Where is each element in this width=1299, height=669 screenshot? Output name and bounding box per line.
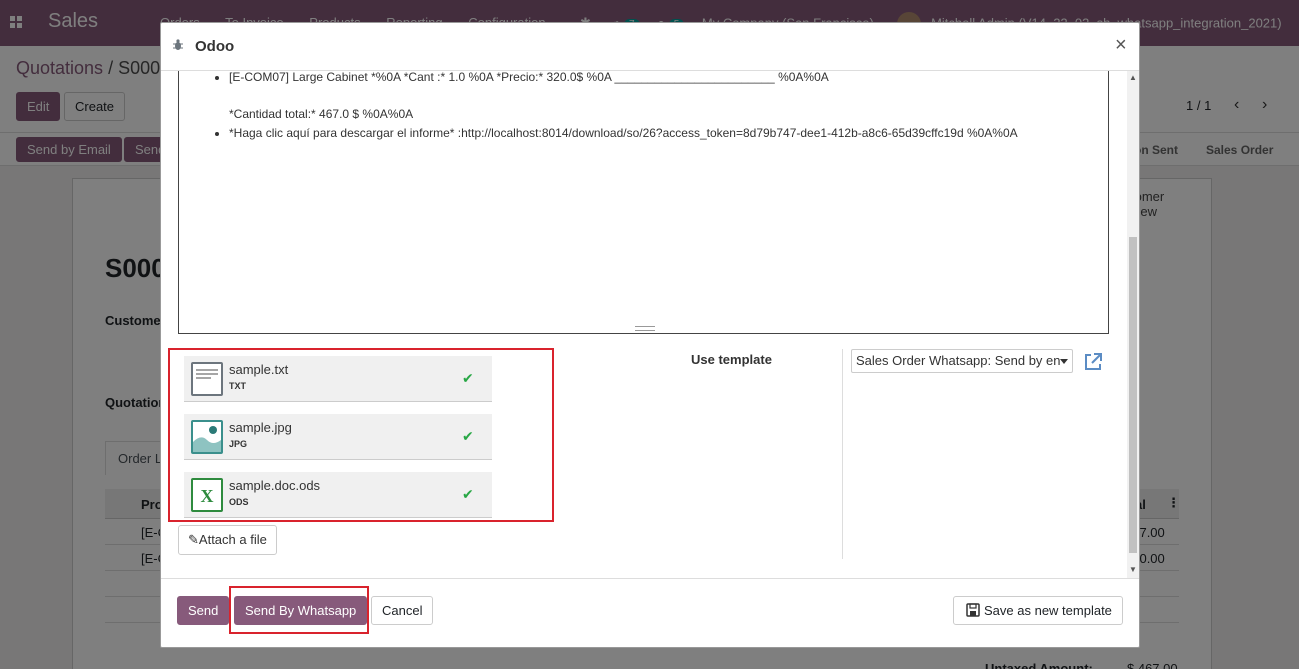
send-button[interactable]: Send [177, 596, 230, 625]
attachment-name: sample.txt [229, 362, 289, 377]
attach-file-label: Attach a file [198, 532, 267, 547]
floppy-disk-icon [966, 603, 980, 617]
attachment-item[interactable]: X sample.doc.ods ODS ✔ [184, 472, 492, 518]
attachment-ext: JPG [229, 439, 248, 449]
attachment-ext: ODS [229, 497, 249, 507]
paperclip-icon: ✎ [188, 532, 199, 547]
close-icon[interactable]: × [1115, 34, 1127, 57]
dialog-title: Odoo [195, 38, 235, 55]
svg-text:X: X [201, 486, 214, 506]
report-link-text: *Haga clic aquí para descargar el inform… [229, 124, 1108, 143]
message-body-editor[interactable]: [E-COM07] Large Cabinet *%0A *Cant :* 1.… [178, 71, 1109, 334]
cancel-button[interactable]: Cancel [371, 596, 434, 625]
compose-dialog: Odoo × [E-COM07] Large Cabinet *%0A *Can… [160, 22, 1140, 648]
scrollbar-thumb[interactable] [1129, 237, 1137, 553]
attachment-item[interactable]: sample.txt TXT ✔ [184, 356, 492, 402]
template-select-value: Sales Order Whatsapp: Send by en [856, 353, 1061, 368]
dialog-body: [E-COM07] Large Cabinet *%0A *Cant :* 1.… [161, 71, 1139, 579]
check-icon: ✔ [462, 486, 474, 502]
dialog-scrollbar[interactable]: ▲ ▼ [1127, 71, 1139, 578]
text-file-icon [191, 362, 223, 396]
check-icon: ✔ [462, 370, 474, 386]
attach-file-button[interactable]: ✎Attach a file [178, 525, 277, 555]
attachment-name: sample.doc.ods [229, 478, 321, 493]
total-quantity-text: *Cantidad total:* 467.0 $ %0A%0A [229, 107, 414, 121]
dialog-header: Odoo × [161, 23, 1139, 71]
attachment-ext: TXT [229, 381, 246, 391]
order-line-text: [E-COM07] Large Cabinet *%0A *Cant :* 1.… [229, 71, 1108, 87]
attachment-item[interactable]: sample.jpg JPG ✔ [184, 414, 492, 460]
divider [842, 349, 843, 559]
caret-down-icon [1060, 359, 1068, 364]
spreadsheet-file-icon: X [191, 478, 223, 512]
image-file-icon [191, 420, 223, 454]
send-by-whatsapp-button[interactable]: Send By Whatsapp [234, 596, 368, 625]
bug-icon [173, 39, 183, 50]
dialog-footer: Send Send By Whatsapp Cancel Save as new… [161, 579, 1139, 647]
attachment-name: sample.jpg [229, 420, 292, 435]
save-template-label: Save as new template [984, 603, 1112, 618]
external-link-icon[interactable] [1083, 352, 1103, 372]
scroll-down-icon[interactable]: ▼ [1129, 565, 1137, 574]
template-select[interactable]: Sales Order Whatsapp: Send by en [851, 349, 1073, 373]
resize-grip-icon[interactable] [635, 326, 655, 331]
scroll-up-icon[interactable]: ▲ [1129, 73, 1137, 82]
attachments-highlight: sample.txt TXT ✔ sample.jpg JPG ✔ X samp… [168, 348, 554, 522]
use-template-label: Use template [691, 352, 772, 367]
check-icon: ✔ [462, 428, 474, 444]
save-as-new-template-button[interactable]: Save as new template [953, 596, 1123, 625]
